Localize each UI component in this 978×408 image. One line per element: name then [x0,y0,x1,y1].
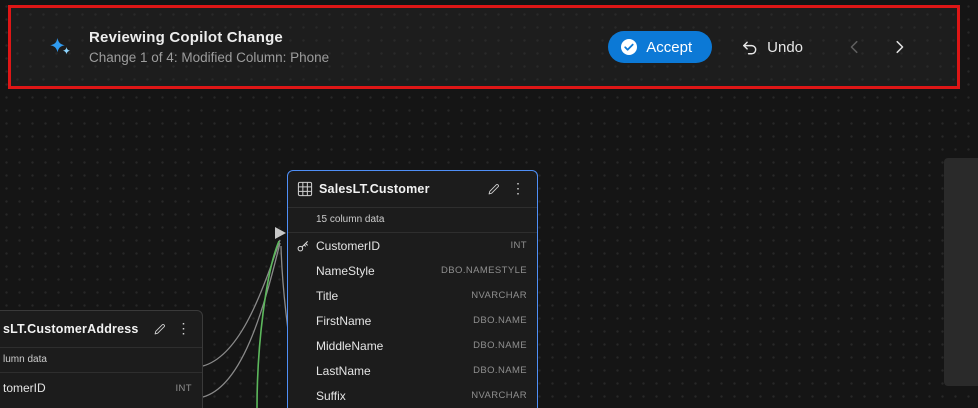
banner-subtitle: Change 1 of 4: Modified Column: Phone [89,50,329,65]
table-title: SalesLT.Customer [319,182,430,196]
checkmark-circle-icon [620,38,638,56]
column-count-label: lumn data [0,348,202,372]
column-row[interactable]: Suffix NVARCHAR [288,383,537,408]
table-options-button[interactable]: ⋮ [175,321,193,336]
chevron-right-icon [891,39,907,55]
copilot-sparkle-icon [47,35,73,59]
table-card-customer-header[interactable]: SalesLT.Customer ⋮ [288,171,537,207]
previous-change-button[interactable] [845,37,865,57]
pencil-icon [153,322,167,336]
copilot-review-banner: Reviewing Copilot Change Change 1 of 4: … [11,8,957,86]
column-row[interactable]: ressID INT [0,403,202,408]
annotation-highlight-box: Reviewing Copilot Change Change 1 of 4: … [8,5,960,89]
column-row[interactable]: NameStyle DBO.NAMESTYLE [288,258,537,283]
kebab-icon: ⋮ [511,180,525,196]
edit-table-button[interactable] [485,180,503,198]
table-options-button[interactable]: ⋮ [509,181,527,196]
accept-button[interactable]: Accept [608,31,712,63]
table-card-customer[interactable]: SalesLT.Customer ⋮ 15 column data Custom… [287,170,538,408]
edit-table-button[interactable] [151,320,169,338]
primary-key-icon [296,239,310,253]
next-change-button[interactable] [889,37,909,57]
table-card-customeraddress[interactable]: sLT.CustomerAddress ⋮ lumn data tomerID … [0,310,203,408]
undo-icon [740,38,759,57]
kebab-icon: ⋮ [177,320,191,336]
column-row-customerid[interactable]: CustomerID INT [288,233,537,258]
schema-designer-canvas[interactable]: Reviewing Copilot Change Change 1 of 4: … [0,0,978,408]
accept-button-label: Accept [646,39,692,56]
pencil-icon [487,182,501,196]
column-count-label: 15 column data [288,208,537,232]
table-card-customeraddress-header[interactable]: sLT.CustomerAddress ⋮ [0,311,202,347]
table-title: sLT.CustomerAddress [3,322,139,336]
column-row[interactable]: Title NVARCHAR [288,283,537,308]
undo-button-label: Undo [767,39,803,56]
banner-title: Reviewing Copilot Change [89,29,329,46]
column-row[interactable]: MiddleName DBO.NAME [288,333,537,358]
chevron-left-icon [847,39,863,55]
column-row[interactable]: tomerID INT [0,373,202,403]
column-row[interactable]: FirstName DBO.NAME [288,308,537,333]
edge-arrowhead [275,227,286,239]
table-grid-icon [297,181,313,197]
offscreen-table-card[interactable] [944,158,978,386]
undo-button[interactable]: Undo [740,38,803,57]
column-row[interactable]: LastName DBO.NAME [288,358,537,383]
